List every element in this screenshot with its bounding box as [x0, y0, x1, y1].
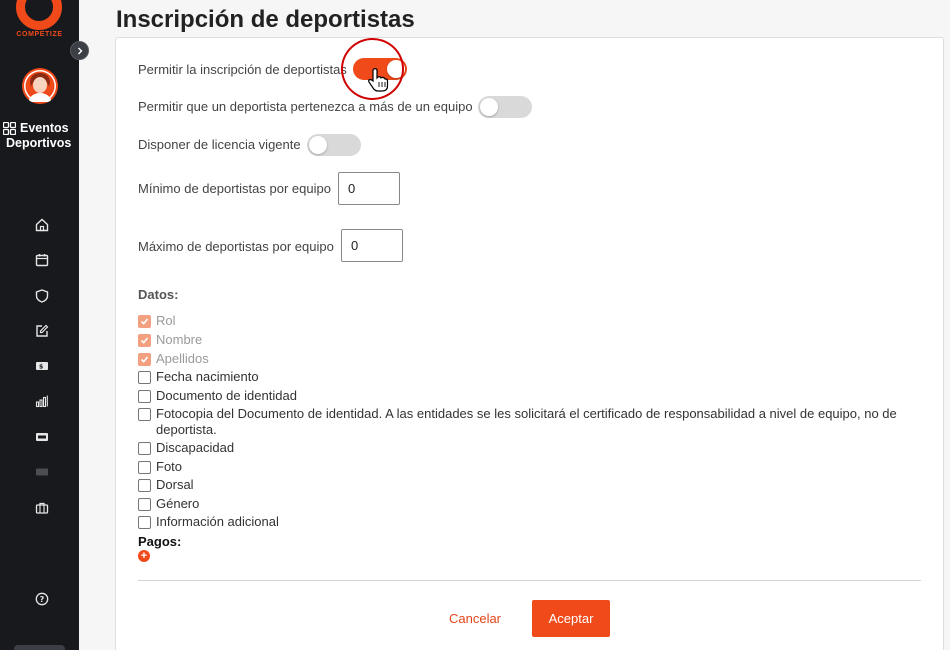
datos-item-label: Fotocopia del Documento de identidad. A …: [156, 406, 897, 437]
nav-title-line2: Deportivos: [6, 136, 72, 150]
checkbox[interactable]: [138, 371, 151, 384]
add-payment-button[interactable]: +: [138, 550, 150, 562]
datos-item-label: Género: [156, 496, 200, 511]
datos-item-fecha-nacimiento[interactable]: Fecha nacimiento: [138, 369, 928, 385]
checkbox[interactable]: [138, 498, 151, 511]
datos-item-label: Apellidos: [156, 351, 209, 366]
checkbox[interactable]: [138, 408, 151, 421]
datos-item-fotocopia-documento[interactable]: Fotocopia del Documento de identidad. A …: [138, 406, 928, 438]
divider: [138, 580, 921, 581]
datos-item-documento-identidad[interactable]: Documento de identidad: [138, 388, 928, 404]
datos-item-label: Fecha nacimiento: [156, 369, 259, 384]
payment-card-icon[interactable]: $: [33, 357, 51, 375]
competize-logo-icon: [16, 0, 62, 30]
allow-registration-label: Permitir la inscripción de deportistas: [138, 62, 347, 77]
bar-chart-icon[interactable]: [33, 392, 51, 410]
sidebar: COMPETIZE Eventos Deportivos $ ?: [0, 0, 79, 650]
checkbox[interactable]: [138, 479, 151, 492]
user-avatar[interactable]: [22, 68, 58, 104]
nav-section-title[interactable]: Eventos Deportivos: [0, 121, 79, 151]
datos-label: Datos:: [138, 287, 179, 302]
ticket-icon[interactable]: [33, 428, 51, 446]
edit-icon[interactable]: [33, 322, 51, 340]
nav-title-line1: Eventos: [20, 121, 69, 135]
checkbox-checked-icon: [138, 334, 151, 347]
license-toggle[interactable]: [307, 134, 361, 156]
datos-item-label: Discapacidad: [156, 440, 235, 455]
datos-item-discapacidad[interactable]: Discapacidad: [138, 440, 928, 456]
accept-button[interactable]: Aceptar: [532, 600, 610, 637]
checkbox[interactable]: [138, 442, 151, 455]
datos-item-foto[interactable]: Foto: [138, 459, 928, 475]
checkbox-checked-icon: [138, 315, 151, 328]
briefcase-icon[interactable]: [33, 499, 51, 517]
datos-item-rol: Rol: [138, 313, 928, 329]
page-title: Inscripción de deportistas: [116, 6, 415, 33]
checkbox[interactable]: [138, 516, 151, 529]
datos-item-label: Foto: [156, 459, 183, 474]
datos-item-dorsal[interactable]: Dorsal: [138, 477, 928, 493]
pagos-label: Pagos:: [138, 534, 182, 549]
datos-item-nombre: Nombre: [138, 332, 928, 348]
cancel-button[interactable]: Cancelar: [440, 603, 510, 633]
datos-item-label: Rol: [156, 313, 176, 328]
license-label: Disponer de licencia vigente: [138, 137, 301, 152]
home-icon[interactable]: [33, 216, 51, 234]
svg-text:$: $: [39, 363, 43, 370]
datos-item-apellidos: Apellidos: [138, 351, 928, 367]
checkbox[interactable]: [138, 390, 151, 403]
datos-item-genero[interactable]: Género: [138, 496, 928, 512]
max-per-team-label: Máximo de deportistas por equipo: [138, 239, 334, 254]
multi-team-toggle[interactable]: [478, 96, 532, 118]
calendar-icon[interactable]: [33, 251, 51, 269]
datos-item-label: Nombre: [156, 332, 203, 347]
checkbox-checked-icon: [138, 353, 151, 366]
datos-item-label: Dorsal: [156, 477, 194, 492]
multi-team-label: Permitir que un deportista pertenezca a …: [138, 99, 473, 114]
max-per-team-input[interactable]: [341, 229, 403, 262]
chevron-right-icon: [77, 47, 82, 54]
checkbox[interactable]: [138, 461, 151, 474]
min-per-team-label: Mínimo de deportistas por equipo: [138, 181, 331, 196]
datos-item-informacion-adicional[interactable]: Información adicional: [138, 514, 928, 530]
datos-item-label: Información adicional: [156, 514, 279, 529]
brand-name: COMPETIZE: [16, 31, 63, 38]
shield-icon[interactable]: [33, 287, 51, 305]
hand-cursor-icon: [368, 68, 389, 92]
sidebar-bottom-tab[interactable]: [14, 645, 65, 650]
min-per-team-input[interactable]: [338, 172, 400, 205]
help-icon[interactable]: ?: [33, 590, 51, 608]
card-disabled-icon: [33, 463, 51, 481]
sidebar-toggle-button[interactable]: [70, 41, 89, 60]
svg-text:?: ?: [40, 595, 45, 604]
datos-item-label: Documento de identidad: [156, 388, 297, 403]
grid-icon: [3, 122, 16, 135]
